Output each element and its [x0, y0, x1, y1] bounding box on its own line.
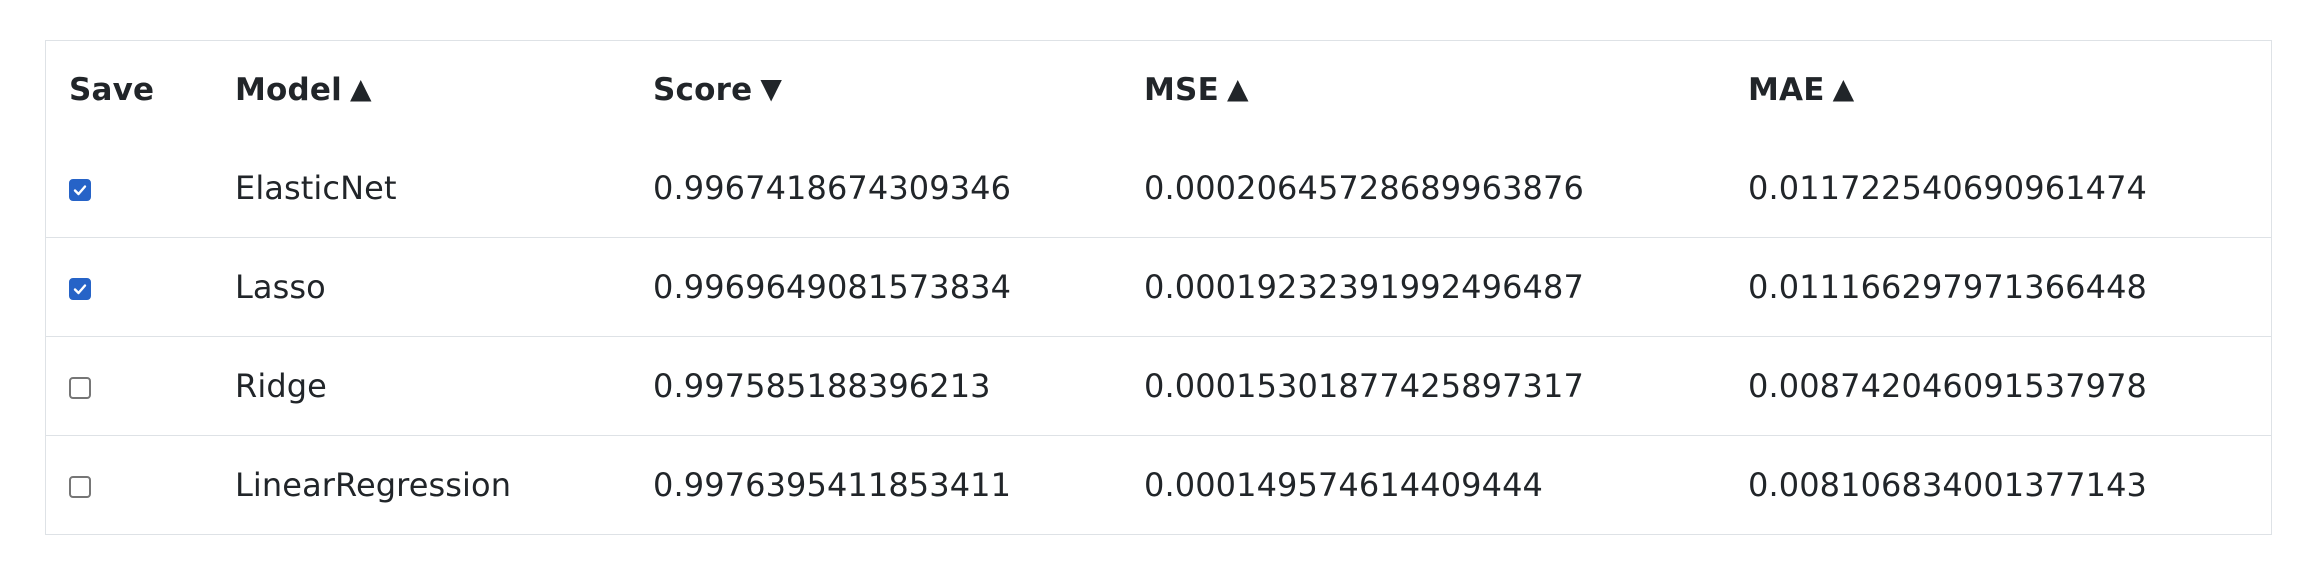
model-cell: LinearRegression: [212, 435, 630, 534]
column-header-mae[interactable]: MAE ▲: [1725, 41, 2271, 139]
save-cell: [46, 336, 212, 436]
column-header-save-label: Save: [69, 72, 155, 108]
column-header-mae-label: MAE: [1748, 72, 1825, 108]
save-checkbox[interactable]: [69, 278, 91, 300]
score-cell: 0.9967418674309346: [653, 169, 1012, 207]
table-row: Ridge 0.997585188396213 0.00015301877425…: [46, 336, 2271, 436]
model-results-table: Save Model ▲ Score ▼ MSE ▲ MAE ▲ ElasticNet …: [46, 41, 2271, 534]
save-checkbox[interactable]: [69, 377, 91, 399]
save-cell: [46, 237, 212, 337]
mae-cell: 0.011722540690961474: [1748, 169, 2147, 207]
column-header-mse[interactable]: MSE ▲: [1121, 41, 1725, 139]
save-checkbox[interactable]: [69, 179, 91, 201]
model-cell: Ridge: [212, 336, 630, 436]
save-cell: [46, 139, 212, 238]
sort-ascending-icon[interactable]: ▲: [1833, 72, 1855, 105]
column-header-score-label: Score: [653, 72, 753, 108]
mse-cell: 0.00019232391992496487: [1121, 237, 1725, 337]
sort-ascending-icon[interactable]: ▲: [1227, 72, 1249, 105]
score-cell: 0.997585188396213: [630, 336, 1121, 436]
column-header-mse-label: MSE: [1144, 72, 1219, 108]
mse-cell: 0.00020645728689963876: [1144, 169, 1584, 207]
model-cell: ElasticNet: [235, 169, 397, 207]
score-cell: 0.9976395411853411: [630, 435, 1121, 534]
mae-cell: 0.008742046091537978: [1725, 336, 2271, 436]
checkmark-icon: [73, 185, 87, 196]
checkmark-icon: [73, 284, 87, 295]
sort-descending-icon[interactable]: ▼: [760, 72, 782, 105]
model-cell: Lasso: [212, 237, 630, 337]
mse-cell: 0.00015301877425897317: [1121, 336, 1725, 436]
table-row: LinearRegression 0.9976395411853411 0.00…: [46, 435, 2271, 534]
column-header-score[interactable]: Score ▼: [630, 41, 1121, 139]
mae-cell: 0.011166297971366448: [1725, 237, 2271, 337]
column-header-model-label: Model: [235, 72, 342, 108]
save-cell: [46, 435, 212, 534]
results-table-container: Save Model ▲ Score ▼ MSE ▲ MAE ▲ ElasticNet …: [45, 40, 2272, 535]
score-cell: 0.9969649081573834: [630, 237, 1121, 337]
table-header-row: Save Model ▲ Score ▼ MSE ▲ MAE ▲: [46, 41, 2271, 139]
table-row: ElasticNet 0.9967418674309346 0.00020645…: [46, 139, 2271, 238]
mse-cell: 0.000149574614409444: [1121, 435, 1725, 534]
sort-ascending-icon[interactable]: ▲: [350, 72, 372, 105]
save-checkbox[interactable]: [69, 476, 91, 498]
mae-cell: 0.008106834001377143: [1725, 435, 2271, 534]
column-header-model[interactable]: Model ▲: [212, 41, 630, 139]
column-header-save: Save: [46, 41, 212, 139]
table-row: Lasso 0.9969649081573834 0.0001923239199…: [46, 237, 2271, 337]
